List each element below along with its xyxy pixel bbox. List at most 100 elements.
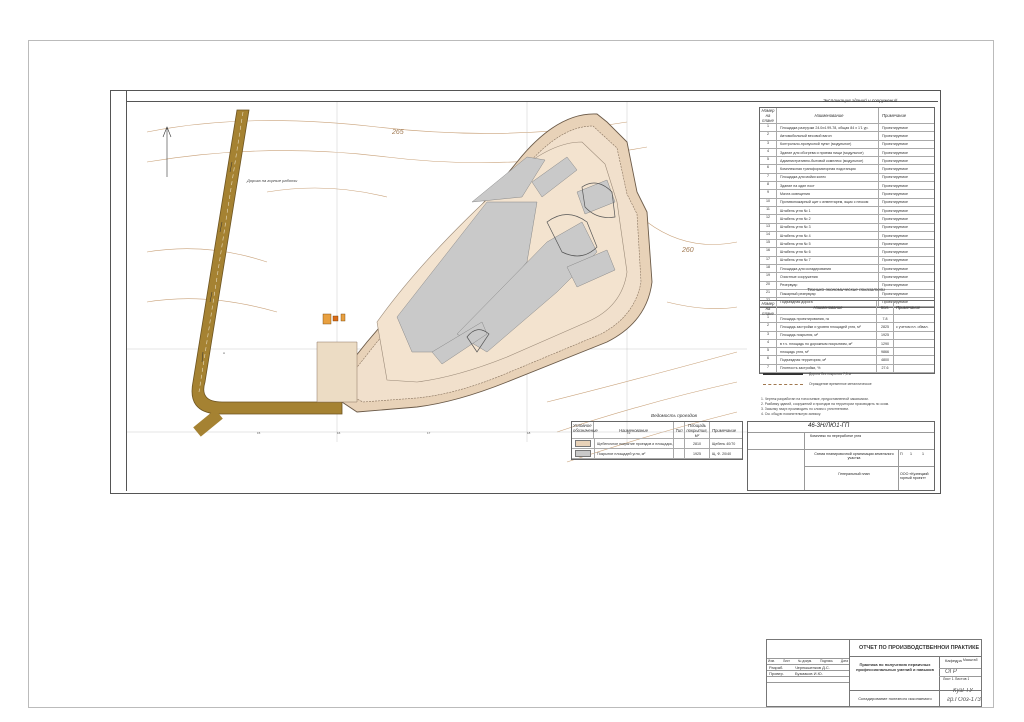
row-number: 7 — [760, 173, 777, 182]
inner-stamp-desc: Комплекс по переработке угля — [810, 434, 862, 438]
stamp-dept-value: ОГР — [945, 669, 957, 675]
row-number: 17 — [760, 256, 777, 265]
row-note: Проектируемое — [882, 283, 909, 288]
row-note: Щебень 40/70 — [712, 441, 736, 446]
row-number: 6 — [760, 165, 777, 173]
table-row: 19 Очистные сооружения Проектируемое — [760, 273, 934, 282]
row-qty: 1925 — [877, 331, 894, 339]
row-area: 1925 — [685, 449, 710, 458]
row-name: Штабель угля № 3 — [777, 223, 879, 231]
table-row: 16 Штабель угля № 6 Проектируемое — [760, 248, 934, 257]
legend-line-solid — [763, 373, 803, 375]
row-qty: 4800 — [877, 356, 894, 364]
inner-stamp: 46-3Н/ЛЮ1-ГП Комплекс по переработке угл… — [747, 421, 935, 491]
row-name: Площадь застройки и уровня площадей угля… — [777, 323, 877, 331]
row-number: 2 — [760, 323, 777, 331]
roads-table-caption: Ведомость проездов — [651, 413, 697, 418]
row-qty: 2825 — [877, 323, 894, 331]
row-number: 19 — [760, 273, 777, 281]
table-row: 3 Контрольно-пропускной пункт (модульное)… — [760, 140, 934, 149]
row-number: 4 — [760, 339, 777, 348]
table-row: 14 Штабель угля № 4 Проектируемое — [760, 231, 934, 241]
row-name: в т.ч. площадь по дорожным покрытиям, м² — [777, 339, 877, 348]
table-row: 1 Площадка разгрузки 24.0x4.99-78, общая … — [760, 124, 934, 133]
row-number: 12 — [760, 215, 777, 223]
row-qty: 27.6 — [877, 364, 894, 373]
table-row: 11 Штабель угля № 1 Проектируемое — [760, 206, 934, 216]
row-number: 9 — [760, 190, 777, 198]
legend-item-1: Дорога без покрытия 7,5 м — [809, 372, 851, 376]
legend: Дорога без покрытия 7,5 м Ограждение вре… — [763, 372, 933, 386]
drawing-sheet: 265 260 Дорога на горные работы A 15 16 17… — [110, 90, 941, 494]
svg-text:16: 16 — [337, 431, 341, 435]
row-name: Штабель угля № 5 — [777, 240, 879, 248]
row-number: 3 — [760, 140, 777, 148]
row-name: Административно-бытовой комплекс (модуль… — [777, 157, 879, 165]
row-name: Автомобильный весовой вагон — [777, 132, 879, 140]
stamp-columns: Изм. Лист № докум. Подпись Дата — [768, 659, 848, 663]
legend-swatch — [572, 449, 595, 458]
row-name: Здание на один пост — [777, 182, 879, 190]
row-name: Контрольно-пропускной пункт (модульное) — [777, 140, 879, 148]
stamp-name-developer: Чернышенков Д.С. — [795, 665, 830, 670]
row-name: Здание для обогрева и приема пищи (модул… — [777, 148, 879, 157]
row-note: Проектируемое — [882, 175, 909, 180]
row-name: Очистные сооружения — [777, 273, 879, 281]
row-note: Проектируемое — [882, 133, 909, 138]
row-note: с учетом пл. обвал. — [896, 324, 929, 329]
stamp-work-title: Практика по получению первичных професси… — [856, 662, 934, 672]
row-name: Мачта освещения — [777, 190, 879, 198]
note-4: 4. См. общую пояснительную записку. — [761, 412, 822, 416]
table-row: 12 Штабель угля № 2 Проектируемое — [760, 215, 934, 224]
row-name: площадь угля, м² — [777, 348, 877, 356]
row-note: Проектируемое — [882, 266, 909, 271]
table-row: 8 Здание на один пост Проектируемое — [760, 182, 934, 191]
row-qty: 7.8 — [877, 315, 894, 323]
row-number: 20 — [760, 281, 777, 289]
swatch-box — [575, 440, 591, 447]
row-note: Проектируемое — [882, 250, 909, 255]
table-row: 15 Штабель угля № 5 Проектируемое — [760, 240, 934, 249]
roads-table-header: Условное обозначение Наименование Тип Пл… — [572, 422, 742, 439]
row-name: Площадь покрытия, м² — [777, 331, 877, 339]
row-type — [674, 439, 685, 448]
legend-line-dashed — [763, 383, 803, 385]
row-name: Штабель угля № 6 — [777, 248, 879, 256]
row-name: Площадь проектирования, га — [777, 315, 877, 323]
table-row: 10 Противопожарный щит с инвентарем, ящик… — [760, 198, 934, 207]
table-row: 1 Площадь проектирования, га 7.8 — [760, 315, 934, 324]
row-number: 13 — [760, 223, 777, 231]
row-name: Площадка для мойки колес — [777, 173, 879, 182]
row-name: Штабель угля № 1 — [777, 206, 879, 215]
table-row: Щебеночное покрытие проездов и площадок,… — [572, 439, 742, 449]
legend-item-2: Ограждение временное металлическое — [809, 382, 872, 386]
table-row: 17 Штабель угля № 7 Проектируемое — [760, 256, 934, 266]
row-name: Подъездная территория, м² — [777, 356, 877, 364]
row-note: Проектируемое — [882, 208, 909, 213]
table-row: 9 Мачта освещения Проектируемое — [760, 190, 934, 199]
table-row: 6 Подъездная территория, м² 4800 — [760, 356, 934, 365]
stamp-name-checker: Бузмаков И.Ю. — [795, 671, 823, 676]
table-row: 4в т.ч. площадь по дорожным покрытиям, м… — [760, 339, 934, 349]
table-row: 3 Площадь покрытия, м² 1925 — [760, 331, 934, 340]
inner-stamp-stage: П — [900, 452, 903, 456]
contour-265: 265 — [391, 129, 404, 136]
row-note: Проектируемое — [882, 274, 909, 279]
row-name: Штабель угля № 2 — [777, 215, 879, 223]
table-row: 13 Штабель угля № 3 Проектируемое — [760, 223, 934, 232]
table-row: 7 Площадка для мойки колес Проектируемое — [760, 173, 934, 183]
row-name: Плотность застройки, % — [777, 364, 877, 373]
table-row: Покрытие площадей угля, м² 1925 Щ. Ф. 20/4… — [572, 449, 742, 459]
row-number: 5 — [760, 348, 777, 356]
stamp-group: гр.ГОоз-173 — [947, 697, 981, 703]
row-name: Штабель угля № 7 — [777, 256, 879, 265]
row-number: 2 — [760, 132, 777, 140]
row-note: Проектируемое — [882, 216, 909, 221]
row-number: 21 — [760, 289, 777, 298]
row-number: 8 — [760, 182, 777, 190]
row-number: 4 — [760, 148, 777, 157]
buildings-table: Номер на плане Наименование Примечание 1… — [759, 107, 935, 308]
svg-text:17: 17 — [427, 431, 431, 435]
tech-table-header: Номер на плане Наименование Кол. Примеча… — [760, 301, 934, 316]
inner-stamp-sheet-title: Генеральный план — [838, 472, 870, 476]
